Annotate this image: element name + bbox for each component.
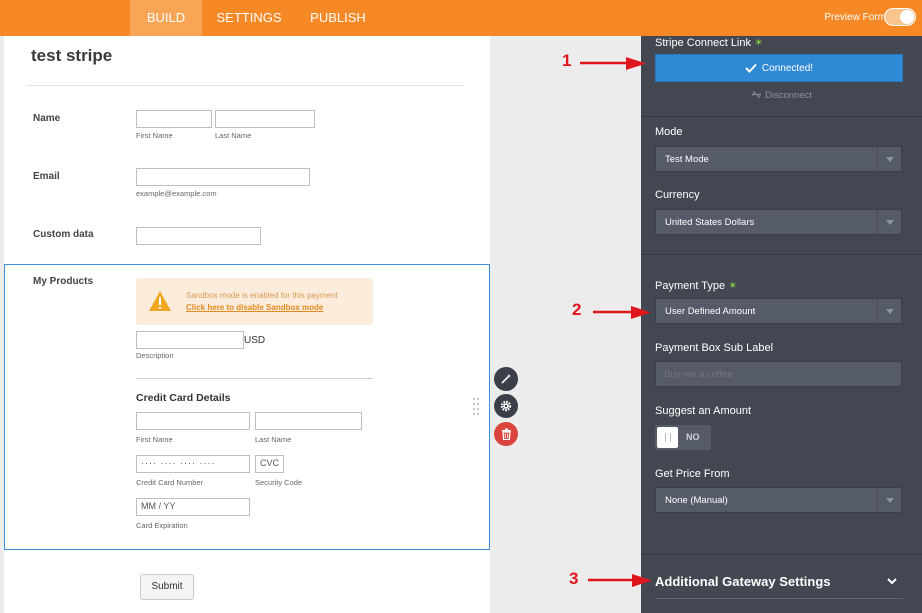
card-expiration-input[interactable]: MM / YY xyxy=(136,498,250,516)
submit-button[interactable]: Submit xyxy=(140,574,194,600)
mode-value: Test Mode xyxy=(665,154,709,165)
connected-button[interactable]: Connected! xyxy=(655,54,903,82)
trash-icon xyxy=(501,428,511,440)
payment-type-select[interactable]: User Defined Amount xyxy=(655,298,902,324)
connected-label: Connected! xyxy=(761,62,814,74)
sandbox-notice: Sandbox mode is enabled for this payment… xyxy=(136,278,373,325)
first-name-input[interactable] xyxy=(136,110,212,128)
annotation-number-1: 1 xyxy=(562,51,572,70)
additional-gateway-settings-toggle[interactable]: Additional Gateway Settings xyxy=(655,574,831,589)
chevron-down-icon xyxy=(877,210,901,234)
panel-divider xyxy=(641,116,922,117)
credit-card-title: Credit Card Details xyxy=(136,392,231,404)
disable-sandbox-link[interactable]: Click here to disable Sandbox mode xyxy=(186,303,323,312)
preview-form-toggle[interactable] xyxy=(884,8,916,26)
stripe-connect-label-text: Stripe Connect Link xyxy=(655,37,751,49)
mode-select[interactable]: Test Mode xyxy=(655,146,902,172)
drag-handle-icon[interactable] xyxy=(472,396,480,418)
credit-card-divider xyxy=(136,378,373,379)
chevron-down-icon[interactable] xyxy=(887,576,897,586)
top-nav-bar: BUILD SETTINGS PUBLISH Preview Form xyxy=(0,0,922,36)
email-input[interactable] xyxy=(136,168,310,186)
custom-data-label: Custom data xyxy=(33,229,94,240)
wand-tool-button[interactable] xyxy=(494,367,518,391)
cc-first-name-sublabel: First Name xyxy=(136,435,173,444)
cc-first-name-input[interactable] xyxy=(136,412,250,430)
warning-icon xyxy=(149,291,171,311)
name-label: Name xyxy=(33,113,61,124)
tab-publish[interactable]: PUBLISH xyxy=(302,0,374,36)
suggest-amount-label: Suggest an Amount xyxy=(655,405,752,417)
payment-settings-panel: Stripe Connect Link ✶ Connected! Disconne… xyxy=(641,36,922,613)
toggle-knob xyxy=(657,427,678,448)
cc-last-name-sublabel: Last Name xyxy=(255,435,292,444)
annotation-arrow-icon xyxy=(593,306,651,319)
currency-select[interactable]: United States Dollars xyxy=(655,209,902,235)
mode-label: Mode xyxy=(655,126,683,138)
disconnect-link[interactable]: Disconnect xyxy=(641,90,922,101)
last-name-sublabel: Last Name xyxy=(215,131,252,140)
tab-build[interactable]: BUILD xyxy=(130,0,202,36)
get-price-from-value: None (Manual) xyxy=(665,495,728,506)
custom-data-input[interactable] xyxy=(136,227,261,245)
tab-settings[interactable]: SETTINGS xyxy=(210,0,288,36)
payment-type-label-text: Payment Type xyxy=(655,280,726,292)
annotation-number-3: 3 xyxy=(569,569,579,588)
get-price-from-label: Get Price From xyxy=(655,468,730,480)
card-number-sublabel: Credit Card Number xyxy=(136,478,204,487)
cvc-input[interactable]: CVC xyxy=(255,455,284,473)
disconnect-label: Disconnect xyxy=(765,90,812,101)
unlink-icon xyxy=(752,90,761,99)
title-divider xyxy=(26,85,464,86)
card-expiration-sublabel: Card Expiration xyxy=(136,521,188,530)
stripe-connect-label: Stripe Connect Link ✶ xyxy=(655,36,763,49)
checkmark-icon xyxy=(745,63,757,73)
magic-wand-icon xyxy=(501,374,511,384)
gear-icon xyxy=(500,400,512,412)
annotation-arrow-icon xyxy=(580,57,646,70)
section-underline xyxy=(655,598,903,599)
chevron-down-icon xyxy=(877,488,901,512)
suggest-amount-toggle[interactable]: NO xyxy=(655,425,711,450)
preview-form-label: Preview Form xyxy=(824,12,886,23)
panel-divider xyxy=(641,554,922,555)
suggest-amount-value: NO xyxy=(686,432,700,442)
sandbox-message: Sandbox mode is enabled for this payment xyxy=(186,291,338,300)
get-price-from-select[interactable]: None (Manual) xyxy=(655,487,902,513)
required-star-icon: ✶ xyxy=(728,280,738,292)
payment-type-label: Payment Type ✶ xyxy=(655,279,737,292)
cc-last-name-input[interactable] xyxy=(255,412,362,430)
payment-type-value: User Defined Amount xyxy=(665,306,756,317)
sub-label-label: Payment Box Sub Label xyxy=(655,342,774,354)
first-name-sublabel: First Name xyxy=(136,131,173,140)
annotation-number-2: 2 xyxy=(572,300,582,319)
amount-input[interactable] xyxy=(136,331,244,349)
email-label: Email xyxy=(33,171,60,182)
card-number-input[interactable]: ···· ···· ···· ···· xyxy=(136,455,250,473)
field-settings-button[interactable] xyxy=(494,394,518,418)
grip-icon xyxy=(665,433,671,442)
last-name-input[interactable] xyxy=(215,110,315,128)
chevron-down-icon xyxy=(877,147,901,171)
form-title[interactable]: test stripe xyxy=(31,46,112,66)
cvc-sublabel: Security Code xyxy=(255,478,303,487)
panel-divider xyxy=(641,254,922,255)
required-star-icon: ✶ xyxy=(754,37,764,49)
currency-label: Currency xyxy=(655,189,700,201)
payment-box-sublabel-input[interactable] xyxy=(655,361,902,387)
chevron-down-icon xyxy=(877,299,901,323)
description-sublabel: Description xyxy=(136,351,174,360)
annotation-arrow-icon xyxy=(588,574,652,587)
email-sublabel: example@example.com xyxy=(136,189,217,198)
currency-suffix: USD xyxy=(244,335,266,346)
products-label: My Products xyxy=(33,276,94,287)
delete-field-button[interactable] xyxy=(494,422,518,446)
toggle-knob xyxy=(900,10,914,24)
currency-value: United States Dollars xyxy=(665,217,755,228)
